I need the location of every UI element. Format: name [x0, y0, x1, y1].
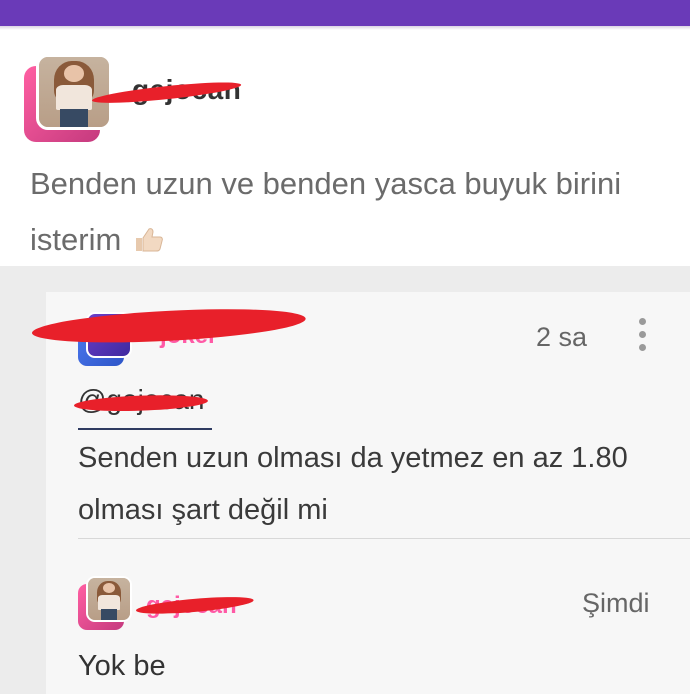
thumbs-up-icon [134, 215, 164, 252]
comment-time: 2 sa [536, 322, 588, 352]
reply-time: Şimdi [582, 588, 650, 618]
avatar-photo [86, 576, 132, 622]
avatar-photo [36, 54, 112, 130]
reply-author-avatar[interactable] [78, 576, 132, 630]
comment-separator [78, 538, 690, 539]
top-app-bar [0, 0, 690, 26]
post-card: gejocan Benden uzun ve benden yasca buyu… [0, 30, 690, 266]
post-body: Benden uzun ve benden yasca buyuk birini… [30, 156, 670, 268]
more-vertical-icon[interactable] [636, 318, 648, 354]
post-text: Benden uzun ve benden yasca buyuk birini… [30, 166, 622, 257]
reply-body: Yok be [78, 650, 166, 682]
comment-body: Senden uzun olması da yetmez en az 1.80 … [78, 442, 628, 526]
mention-underline [78, 428, 212, 430]
